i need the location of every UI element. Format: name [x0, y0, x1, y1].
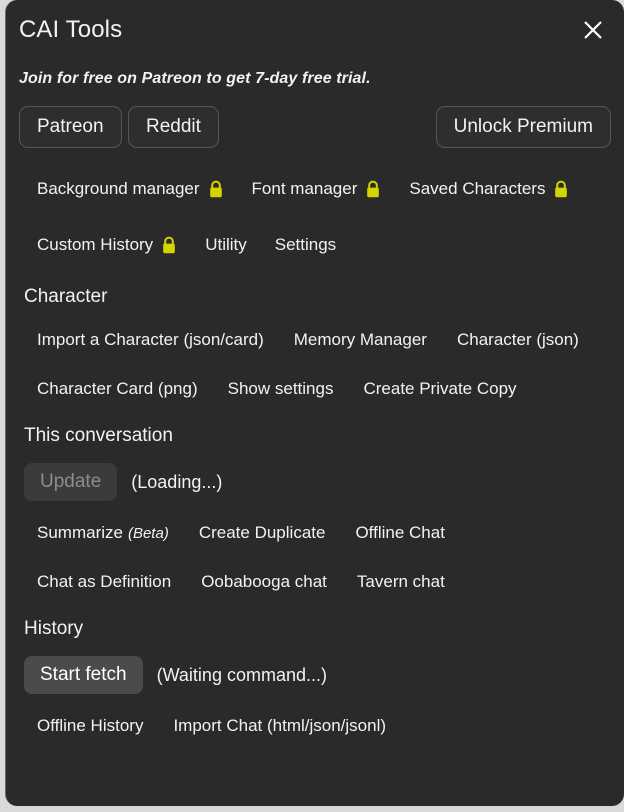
link-character-card-png[interactable]: Character Card (png) — [37, 379, 198, 399]
nav-label: Saved Characters — [409, 179, 546, 198]
lock-icon-glyph — [555, 180, 568, 197]
update-status-text: (Loading...) — [131, 471, 223, 492]
lock-icon-glyph — [367, 180, 380, 197]
history-links-row-1: Offline History Import Chat (html/json/j… — [6, 716, 624, 736]
lock-icon — [365, 180, 381, 199]
link-offline-history[interactable]: Offline History — [37, 716, 143, 736]
lock-icon — [161, 236, 177, 255]
link-oobabooga-chat[interactable]: Oobabooga chat — [201, 572, 327, 592]
history-action-row: Start fetch (Waiting command...) — [6, 656, 624, 694]
link-summarize-label: Summarize — [37, 523, 123, 542]
page-title: CAI Tools — [19, 16, 123, 43]
lock-icon-glyph — [163, 236, 175, 253]
link-chat-as-definition[interactable]: Chat as Definition — [37, 572, 171, 592]
conversation-links-row-1: Summarize (Beta) Create Duplicate Offline… — [6, 523, 624, 543]
nav-label: Font manager — [251, 179, 358, 198]
link-memory-manager[interactable]: Memory Manager — [294, 330, 427, 350]
link-import-character[interactable]: Import a Character (json/card) — [37, 330, 264, 350]
panel-header: CAI Tools — [6, 0, 624, 62]
link-show-settings[interactable]: Show settings — [228, 379, 334, 399]
unlock-premium-button[interactable]: Unlock Premium — [435, 106, 611, 148]
link-create-private-copy[interactable]: Create Private Copy — [363, 379, 516, 399]
lock-icon — [208, 180, 224, 199]
nav-item-background-manager[interactable]: Background manager — [37, 179, 224, 199]
link-tavern-chat[interactable]: Tavern chat — [357, 572, 445, 592]
link-create-duplicate[interactable]: Create Duplicate — [199, 523, 326, 543]
fetch-status-text: (Waiting command...) — [156, 664, 327, 685]
section-title-this-conversation: This conversation — [24, 425, 173, 446]
patreon-button[interactable]: Patreon — [19, 106, 122, 148]
nav-item-custom-history[interactable]: Custom History — [37, 235, 177, 255]
lock-icon-glyph — [209, 180, 222, 197]
nav-item-utility[interactable]: Utility — [205, 235, 247, 255]
close-icon[interactable] — [576, 13, 610, 47]
nav-item-settings[interactable]: Settings — [275, 235, 336, 255]
nav-label: Background manager — [37, 179, 200, 198]
link-import-chat[interactable]: Import Chat (html/json/jsonl) — [173, 716, 386, 736]
nav-row-primary: Background manager Font manager Saved Ch… — [6, 174, 624, 204]
lock-icon — [553, 180, 569, 199]
character-links-row-2: Character Card (png) Show settings Creat… — [6, 379, 624, 399]
reddit-button[interactable]: Reddit — [128, 106, 219, 148]
character-links-row-1: Import a Character (json/card) Memory Ma… — [6, 330, 624, 350]
nav-row-secondary: Custom History Utility Settings — [6, 230, 624, 260]
link-offline-chat[interactable]: Offline Chat — [355, 523, 444, 543]
promo-tagline: Join for free on Patreon to get 7-day fr… — [19, 70, 371, 87]
section-title-history: History — [24, 618, 84, 639]
close-icon-glyph — [584, 21, 602, 39]
link-character-json[interactable]: Character (json) — [457, 330, 579, 350]
nav-label: Utility — [205, 235, 247, 254]
link-summarize[interactable]: Summarize (Beta) — [37, 523, 169, 543]
conversation-action-row: Update (Loading...) — [6, 463, 624, 501]
conversation-links-row-2: Chat as Definition Oobabooga chat Tavern… — [6, 572, 624, 592]
nav-item-font-manager[interactable]: Font manager — [252, 179, 382, 199]
nav-label: Settings — [274, 235, 337, 254]
cai-tools-panel: CAI Tools Join for free on Patreon to ge… — [5, 0, 624, 806]
beta-badge: (Beta) — [127, 525, 169, 542]
start-fetch-button[interactable]: Start fetch — [24, 656, 143, 694]
update-button[interactable]: Update — [24, 463, 118, 501]
nav-item-saved-characters[interactable]: Saved Characters — [409, 179, 569, 199]
nav-label: Custom History — [37, 235, 154, 254]
section-title-character: Character — [24, 286, 108, 307]
top-button-row: Patreon Reddit Unlock Premium — [6, 106, 624, 150]
